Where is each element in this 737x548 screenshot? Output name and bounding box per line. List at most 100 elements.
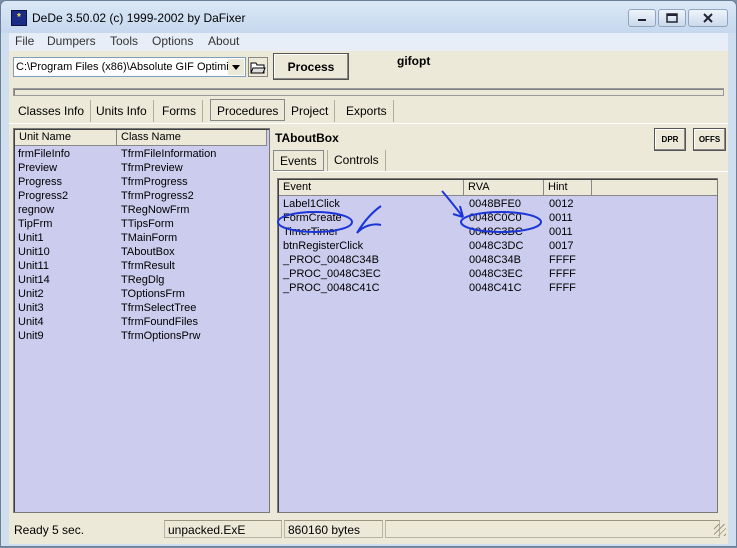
column-header-rva[interactable]: RVA (464, 180, 544, 196)
unit-name-cell: Progress (18, 176, 63, 188)
class-name-cell: TRegNowFrm (121, 204, 190, 216)
rva-cell: 0048C3EC (469, 268, 523, 280)
list-item[interactable]: TipFrm TTipsForm (14, 218, 269, 232)
list-item[interactable]: Progress2 TfrmProgress2 (14, 190, 269, 204)
subtab-divider (273, 171, 728, 172)
column-header-hint[interactable]: Hint (544, 180, 592, 196)
maximize-button[interactable] (658, 9, 686, 27)
column-header-unit-name[interactable]: Unit Name (15, 130, 117, 146)
class-name-cell: TfrmProgress (121, 176, 188, 188)
menu-bar: File Dumpers Tools Options About (9, 33, 728, 51)
event-name-cell: _PROC_0048C3EC (283, 268, 381, 280)
close-button[interactable] (688, 9, 728, 27)
tab-project[interactable]: Project (285, 100, 336, 122)
dpr-button[interactable]: DPR (654, 128, 686, 151)
class-name-cell: TfrmOptionsPrw (121, 330, 201, 342)
unit-name-cell: Progress2 (18, 190, 69, 202)
tab-divider (9, 123, 728, 124)
unit-name-cell: regnow (18, 204, 55, 216)
unit-class-list[interactable]: Unit Name Class Name frmFileInfo TfrmFile… (13, 128, 270, 513)
tab-classes-info[interactable]: Classes Info (12, 100, 92, 122)
list-item[interactable]: regnow TRegNowFrm (14, 204, 269, 218)
subtab-events[interactable]: Events (273, 150, 324, 171)
class-name-cell: TfrmFoundFiles (121, 316, 199, 328)
event-list[interactable]: Event RVA Hint Label1Click 0048BFE0 0012 Fo… (277, 178, 718, 513)
list-item[interactable]: Unit11 TfrmResult (14, 260, 269, 274)
window-controls (626, 9, 728, 27)
tab-units-info[interactable]: Units Info (90, 100, 154, 122)
minimize-button[interactable] (628, 9, 656, 27)
open-folder-button[interactable] (248, 57, 268, 77)
rva-cell: 0048C3DC (469, 240, 524, 252)
list-item[interactable]: Unit2 TOptionsFrm (14, 288, 269, 302)
class-name-cell: TOptionsFrm (121, 288, 185, 300)
class-name-cell: TTipsForm (121, 218, 174, 230)
subtab-controls[interactable]: Controls (327, 150, 386, 171)
unit-name-cell: Unit11 (18, 260, 49, 272)
tab-forms[interactable]: Forms (156, 100, 203, 122)
resize-grip[interactable] (714, 524, 726, 536)
menu-about[interactable]: About (208, 34, 239, 48)
dropdown-arrow-icon[interactable] (228, 59, 244, 75)
class-name-cell: TfrmFileInformation (121, 148, 217, 160)
class-name-cell: TAboutBox (121, 246, 175, 258)
class-name-cell: TRegDlg (121, 274, 165, 286)
class-name-cell: TfrmProgress2 (121, 190, 194, 202)
rva-cell: 0048C34B (469, 254, 521, 266)
list-item[interactable]: Unit14 TRegDlg (14, 274, 269, 288)
selected-class-name: TAboutBox (275, 131, 339, 145)
menu-options[interactable]: Options (152, 34, 193, 48)
menu-dumpers[interactable]: Dumpers (47, 34, 96, 48)
table-row[interactable]: btnRegisterClick 0048C3DC 0017 (278, 240, 717, 254)
process-button[interactable]: Process (273, 53, 349, 80)
unit-name-cell: Unit3 (18, 302, 44, 314)
list-item[interactable]: Unit9 TfrmOptionsPrw (14, 330, 269, 344)
minimize-icon (638, 19, 646, 21)
table-row[interactable]: TimerTimer 0048C3BC 0011 (278, 226, 717, 240)
rva-cell: 0048C41C (469, 282, 522, 294)
list-item[interactable]: Unit1 TMainForm (14, 232, 269, 246)
table-row[interactable]: _PROC_0048C41C 0048C41C FFFF (278, 282, 717, 296)
table-row[interactable]: FormCreate 0048C0C0 0011 (278, 212, 717, 226)
close-icon (703, 13, 713, 23)
tab-procedures[interactable]: Procedures (210, 99, 286, 121)
tab-exports[interactable]: Exports (340, 100, 394, 122)
dede-app-icon: * (11, 10, 27, 26)
rva-cell: 0048BFE0 (469, 198, 521, 210)
table-row[interactable]: _PROC_0048C3EC 0048C3EC FFFF (278, 268, 717, 282)
hint-cell: 0011 (549, 212, 573, 224)
status-state: Ready 5 sec. (14, 523, 85, 537)
status-size: 860160 bytes (284, 520, 383, 538)
event-name-cell: Label1Click (283, 198, 340, 210)
table-row[interactable]: _PROC_0048C34B 0048C34B FFFF (278, 254, 717, 268)
unit-name-cell: Unit1 (18, 232, 44, 244)
list-item[interactable]: frmFileInfo TfrmFileInformation (14, 148, 269, 162)
class-name-cell: TfrmPreview (121, 162, 183, 174)
file-path-value: C:\Program Files (x86)\Absolute GIF Opti… (16, 61, 228, 73)
main-window: * DeDe 3.50.02 (c) 1999-2002 by DaFixer … (0, 0, 737, 547)
list-item[interactable]: Progress TfrmProgress (14, 176, 269, 190)
menu-file[interactable]: File (15, 34, 34, 48)
hint-cell: FFFF (549, 282, 576, 294)
progress-bar (13, 88, 724, 96)
status-empty-panel (385, 520, 720, 538)
hint-cell: FFFF (549, 268, 576, 280)
list-item[interactable]: Unit4 TfrmFoundFiles (14, 316, 269, 330)
list-item[interactable]: Unit10 TAboutBox (14, 246, 269, 260)
event-name-cell: FormCreate (283, 212, 342, 224)
menu-tools[interactable]: Tools (110, 34, 138, 48)
hint-cell: 0011 (549, 226, 573, 238)
event-name-cell: _PROC_0048C41C (283, 282, 380, 294)
column-header-class-name[interactable]: Class Name (117, 130, 267, 146)
class-name-cell: TfrmSelectTree (121, 302, 197, 314)
list-item[interactable]: Preview TfrmPreview (14, 162, 269, 176)
list-item[interactable]: Unit3 TfrmSelectTree (14, 302, 269, 316)
title-bar: * DeDe 3.50.02 (c) 1999-2002 by DaFixer (1, 1, 736, 33)
offs-button[interactable]: OFFS (693, 128, 726, 151)
file-path-combobox[interactable]: C:\Program Files (x86)\Absolute GIF Opti… (13, 57, 246, 77)
unit-name-cell: Unit9 (18, 330, 44, 342)
table-row[interactable]: Label1Click 0048BFE0 0012 (278, 198, 717, 212)
status-file: unpacked.ExE (164, 520, 282, 538)
unit-name-cell: TipFrm (18, 218, 53, 230)
column-header-event[interactable]: Event (279, 180, 464, 196)
